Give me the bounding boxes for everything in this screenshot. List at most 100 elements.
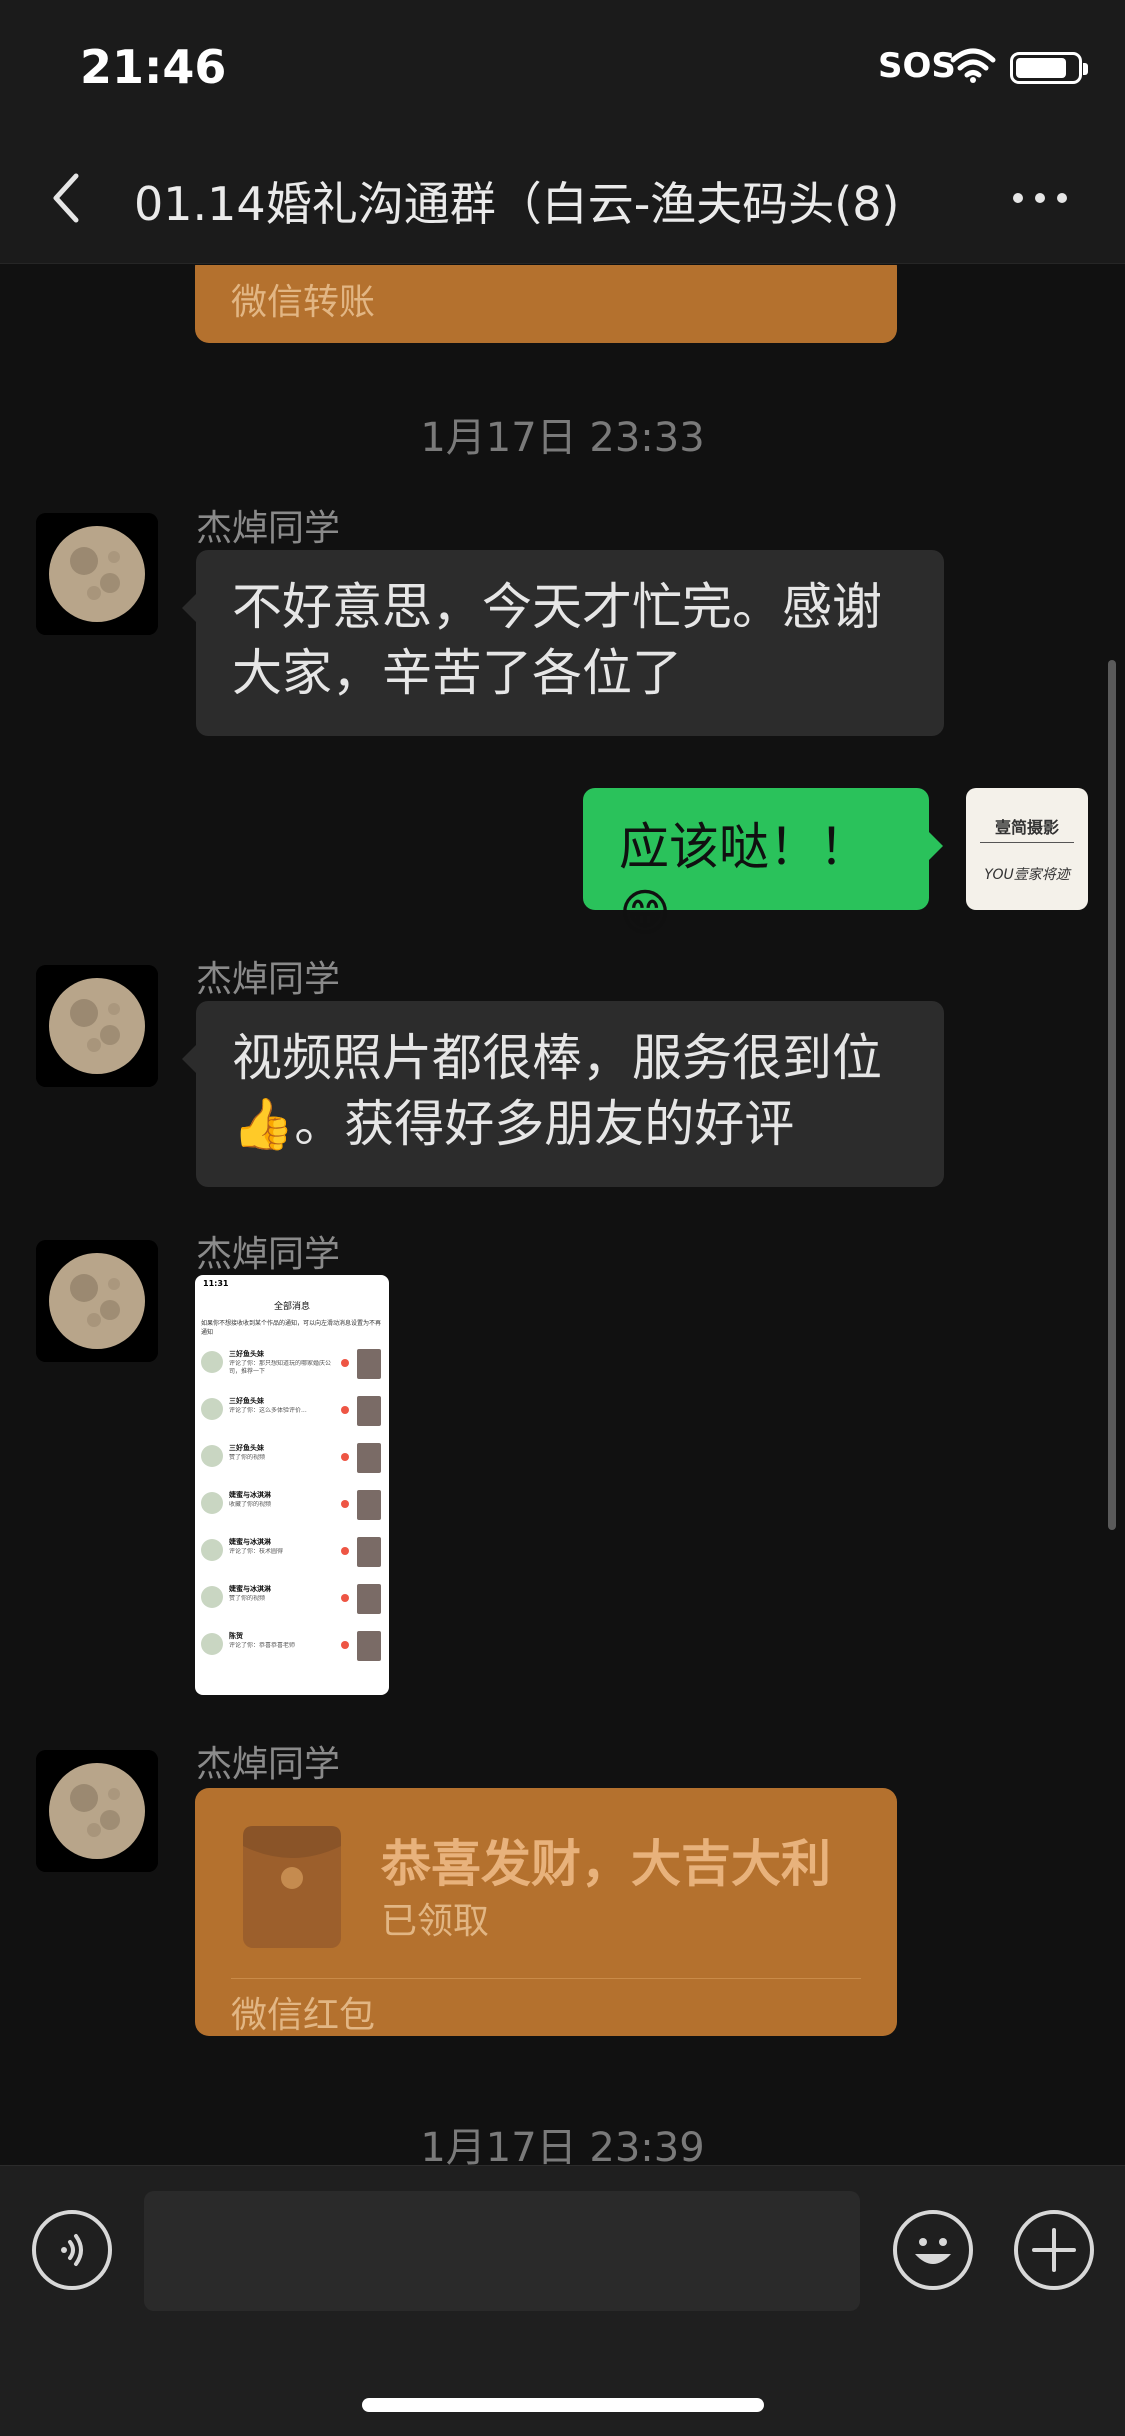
voice-icon (61, 2234, 83, 2266)
transfer-card[interactable]: 微信转账 (195, 265, 897, 343)
thumb-avatar (201, 1351, 223, 1373)
thumb-item-text: 赞了你的视频 (229, 1454, 266, 1461)
thumb-avatar (201, 1633, 223, 1655)
thumb-header: 全部消息 (273, 1302, 310, 1312)
thumb-avatar (201, 1445, 223, 1467)
more-icon[interactable] (1010, 188, 1070, 208)
avatar[interactable] (36, 965, 158, 1087)
sender-name: 杰焯同学 (196, 959, 341, 1000)
thumb-heart-icon (341, 1641, 349, 1649)
thumb-heart-icon (341, 1547, 349, 1555)
thumb-item-text: 评论了你：恭喜恭喜老师 (229, 1642, 296, 1649)
thumb-notice: 如果你不想接收收到某个作品的通知，可以向左滑动消息设置为不再通知 (201, 1320, 382, 1336)
own-message-bubble[interactable]: 应该哒！！😁 (583, 788, 943, 942)
moon-avatar-image (36, 965, 158, 1087)
thumb-heart-icon (341, 1453, 349, 1461)
message-text: 应该哒！！😁 (619, 818, 869, 942)
thumb-item-preview (357, 1490, 381, 1520)
thumb-list-item: 婕蜜与冰淇淋 收藏了你的视频 (201, 1488, 383, 1528)
thumb-item-text: 评论了你：枝术圆得 (229, 1548, 284, 1555)
thumb-item-text: 赞了你的视频 (229, 1595, 266, 1602)
thumb-heart-icon (341, 1359, 349, 1367)
home-indicator[interactable] (362, 2398, 764, 2412)
scrollbar[interactable] (1108, 660, 1116, 1530)
thumb-item-text: 评论了你：那只想知道玩的哪家婚庆公司，推荐一下 (229, 1360, 332, 1375)
sender-name: 杰焯同学 (196, 508, 341, 549)
avatar[interactable] (36, 1750, 158, 1872)
thumb-list-item: 三好鱼头妹赞了你的视频 (201, 1441, 383, 1481)
message-input[interactable] (144, 2191, 860, 2311)
thumb-avatar (201, 1398, 223, 1420)
thumb-item-preview (357, 1584, 381, 1614)
thumb-item-preview (357, 1631, 381, 1661)
message-text-line: 大家，辛苦了各位了 (232, 644, 682, 702)
input-bar (0, 2165, 1125, 2436)
emoji-button[interactable] (893, 2210, 973, 2290)
avatar[interactable] (36, 1240, 158, 1362)
own-avatar[interactable]: 壹简摄影 YOU壹家将迹 (966, 788, 1088, 910)
transfer-card-label: 微信转账 (231, 282, 376, 323)
thumb-item-name: 三好鱼头妹 (229, 1397, 264, 1405)
status-bar: 21:46 SOS (0, 0, 1125, 132)
thumb-list-item: 三好鱼头妹评论了你：这么多体验评价... (201, 1394, 383, 1434)
thumb-list-item: 婕蜜与冰淇淋评论了你：枝术圆得 (201, 1535, 383, 1575)
message-bubble[interactable]: 视频照片都很棒，服务很到位 👍。获得好多朋友的好评 (182, 1001, 944, 1187)
message-text-line: 👍。获得好多朋友的好评 (232, 1095, 795, 1153)
thumb-heart-icon (341, 1500, 349, 1508)
thumb-item-name: 婕蜜与冰淇淋 (229, 1538, 271, 1546)
plus-icon (1032, 2228, 1076, 2272)
thumb-item-name: 婕蜜与冰淇淋 (229, 1491, 271, 1499)
sender-name: 杰焯同学 (196, 1744, 341, 1785)
moon-avatar-image (36, 1750, 158, 1872)
avatar-logo-subtext: YOU壹家将迹 (984, 867, 1070, 883)
message-list[interactable]: 微信转账 1月17日 23:33 杰焯同学 不好意思，今天才忙完。感谢 大家，辛… (0, 265, 1125, 2165)
avatar[interactable] (36, 513, 158, 635)
thumb-item-name: 三好鱼头妹 (229, 1350, 264, 1358)
red-packet-status: 已领取 (381, 1901, 490, 1942)
red-packet-title: 恭喜发财，大吉大利 (381, 1835, 831, 1893)
message-text-line: 不好意思，今天才忙完。感谢 (232, 578, 882, 636)
thumb-heart-icon (341, 1406, 349, 1414)
thumb-item-preview (357, 1396, 381, 1426)
sender-name: 杰焯同学 (196, 1234, 341, 1275)
red-packet-card[interactable]: 恭喜发财，大吉大利 已领取 微信红包 (195, 1788, 897, 2036)
thumb-item-text: 评论了你：这么多体验评价... (229, 1407, 307, 1414)
voice-button[interactable] (32, 2210, 112, 2290)
thumb-item-preview (357, 1537, 381, 1567)
thumb-avatar (201, 1539, 223, 1561)
timestamp: 1月17日 23:39 (420, 2125, 705, 2165)
moon-avatar-image (36, 1240, 158, 1362)
message-text-line: 视频照片都很棒，服务很到位 (232, 1029, 882, 1087)
thumb-list-item: 婕蜜与冰淇淋 赞了你的视频 (201, 1582, 383, 1622)
wifi-icon (950, 48, 996, 83)
thumb-item-preview (357, 1443, 381, 1473)
thumb-item-name: 三好鱼头妹 (229, 1444, 264, 1452)
timestamp: 1月17日 23:33 (420, 415, 705, 461)
avatar-divider (980, 842, 1074, 843)
image-message[interactable]: 11:31 全部消息 如果你不想接收收到某个作品的通知，可以向左滑动消息设置为不… (195, 1275, 389, 1695)
more-actions-button[interactable] (1014, 2210, 1094, 2290)
chat-header: 01.14婚礼沟通群（白云-渔夫码头(8) (0, 132, 1125, 264)
thumb-item-name: 婕蜜与冰淇淋 (229, 1585, 271, 1593)
battery-icon (1010, 52, 1088, 84)
sos-indicator: SOS (878, 46, 956, 86)
moon-avatar-image (36, 513, 158, 635)
message-bubble[interactable]: 不好意思，今天才忙完。感谢 大家，辛苦了各位了 (182, 550, 944, 736)
card-divider (231, 1978, 861, 1979)
thumb-item-text: 收藏了你的视频 (229, 1501, 272, 1508)
thumb-item-name: 陈贺 (229, 1632, 243, 1640)
back-icon[interactable] (44, 170, 94, 226)
thumb-list-item: 三好鱼头妹评论了你：那只想知道玩的哪家婚庆公司，推荐一下 (201, 1347, 383, 1387)
status-time: 21:46 (80, 40, 227, 94)
red-packet-label: 微信红包 (231, 1995, 376, 2036)
red-packet-icon (243, 1826, 341, 1948)
thumb-avatar (201, 1586, 223, 1608)
chat-title: 01.14婚礼沟通群（白云-渔夫码头(8) (134, 177, 900, 231)
thumb-list-item: 陈贺评论了你：恭喜恭喜老师 (201, 1629, 383, 1669)
thumb-heart-icon (341, 1594, 349, 1602)
smiley-icon (915, 2238, 951, 2264)
avatar-logo-text: 壹简摄影 (994, 818, 1059, 837)
thumb-item-preview (357, 1349, 381, 1379)
thumb-avatar (201, 1492, 223, 1514)
thumb-status-time: 11:31 (203, 1279, 229, 1288)
